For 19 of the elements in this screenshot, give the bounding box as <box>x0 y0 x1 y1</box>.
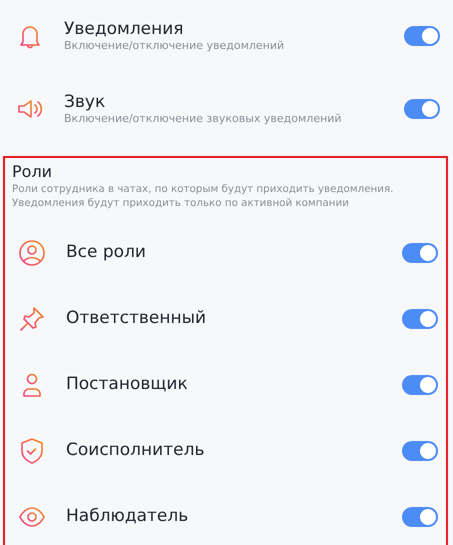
toggle-switch[interactable] <box>402 309 438 329</box>
section-description: Роли сотрудника в чатах, по которым будут приходить уведомления. Уведомления будут приходить только по активной компании <box>12 182 394 210</box>
setting-title: Уведомления <box>64 19 185 39</box>
toggle-switch[interactable] <box>404 99 440 119</box>
setting-description: Включение/отключение звуковых уведомлений <box>64 112 342 126</box>
role-label: Наблюдатель <box>66 505 188 528</box>
toggle-switch[interactable] <box>404 26 440 46</box>
toggle-switch[interactable] <box>402 507 438 527</box>
user-circle-icon <box>17 238 47 268</box>
setting-title: Звук <box>64 92 106 112</box>
toggle-switch[interactable] <box>402 441 438 461</box>
role-label: Постановщик <box>66 373 188 396</box>
section-title: Роли <box>12 162 54 182</box>
role-label: Ответственный <box>66 307 206 330</box>
toggle-switch[interactable] <box>402 243 438 263</box>
role-label: Все роли <box>66 241 146 264</box>
setting-description: Включение/отключение уведомлений <box>64 39 284 53</box>
toggle-switch[interactable] <box>402 375 438 395</box>
role-label: Соисполнитель <box>66 439 204 462</box>
